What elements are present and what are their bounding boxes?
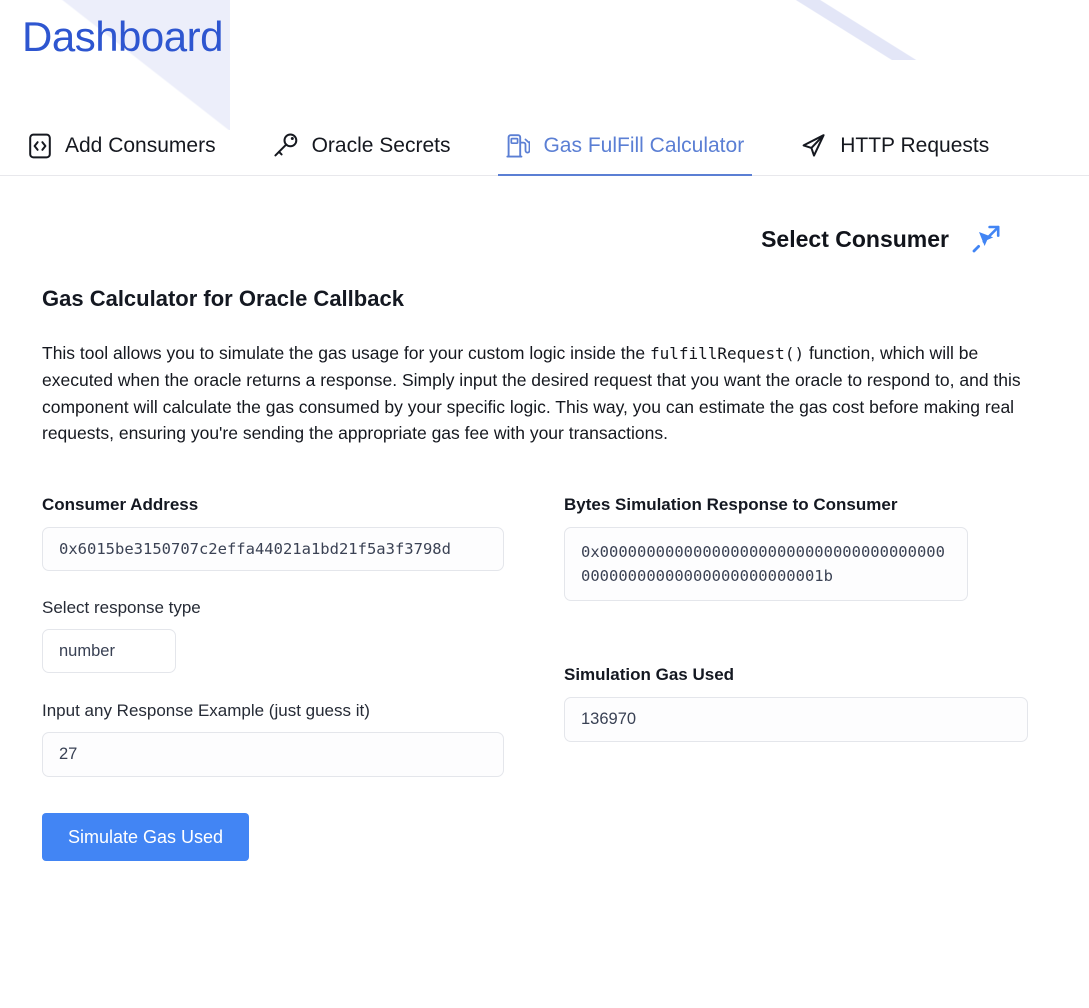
response-type-label: Select response type [42, 598, 201, 618]
consumer-address-input[interactable] [42, 527, 504, 572]
consumer-address-field-group: Consumer Address [42, 495, 564, 572]
tab-add-consumers[interactable]: Add Consumers [20, 120, 242, 175]
tab-label: Oracle Secrets [311, 133, 451, 157]
send-plane-icon [800, 132, 827, 159]
select-consumer-label: Select Consumer [761, 225, 949, 252]
response-example-field-group: Input any Response Example (just guess i… [42, 701, 564, 778]
select-consumer-row: Select Consumer [26, 224, 1063, 254]
inline-code-fulfill-request: fulfillRequest() [649, 344, 805, 364]
form-right-column: Bytes Simulation Response to Consumer 0x… [564, 495, 1063, 777]
tab-oracle-secrets[interactable]: Oracle Secrets [264, 120, 477, 175]
simulation-gas-used-field-group: Simulation Gas Used [564, 665, 1063, 743]
description-text-part1: This tool allows you to simulate the gas… [42, 343, 650, 364]
form-left-column: Consumer Address Select response type nu… [42, 495, 564, 778]
key-icon [272, 132, 299, 159]
section-title: Gas Calculator for Oracle Callback [42, 286, 404, 312]
select-pointer-icon[interactable] [971, 224, 1001, 254]
fuel-pump-icon [506, 133, 531, 159]
bytes-response-field-group: Bytes Simulation Response to Consumer 0x… [564, 495, 1063, 602]
tab-label: Add Consumers [65, 133, 216, 157]
page-root: Dashboard Add Consumers Oracle Secrets G… [0, 0, 1089, 862]
tab-label: Gas FulFill Calculator [543, 133, 745, 157]
tab-label: HTTP Requests [840, 133, 990, 157]
tool-description: This tool allows you to simulate the gas… [42, 340, 1032, 447]
bytes-response-label: Bytes Simulation Response to Consumer [564, 495, 898, 515]
simulation-gas-used-input [564, 697, 1028, 743]
response-example-label: Input any Response Example (just guess i… [42, 701, 370, 721]
response-type-select[interactable]: number [42, 629, 176, 674]
simulate-gas-used-button[interactable]: Simulate Gas Used [42, 813, 250, 862]
bytes-response-value: 0x00000000000000000000000000000000000000… [564, 527, 968, 602]
page-title: Dashboard [22, 13, 223, 60]
code-brackets-icon [28, 133, 52, 159]
gas-calculator-form: Consumer Address Select response type nu… [42, 495, 1063, 778]
simulation-gas-used-label: Simulation Gas Used [564, 665, 735, 685]
response-type-field-group: Select response type number [42, 598, 564, 674]
tab-gas-fulfill-calculator[interactable]: Gas FulFill Calculator [498, 120, 770, 177]
consumer-address-label: Consumer Address [42, 495, 199, 515]
main-content: Select Consumer Gas Calculator for Oracl… [0, 224, 1089, 862]
response-example-input[interactable] [42, 732, 504, 778]
tab-bar: Add Consumers Oracle Secrets Gas FulFill… [0, 120, 1089, 177]
tab-http-requests[interactable]: HTTP Requests [792, 120, 1015, 175]
